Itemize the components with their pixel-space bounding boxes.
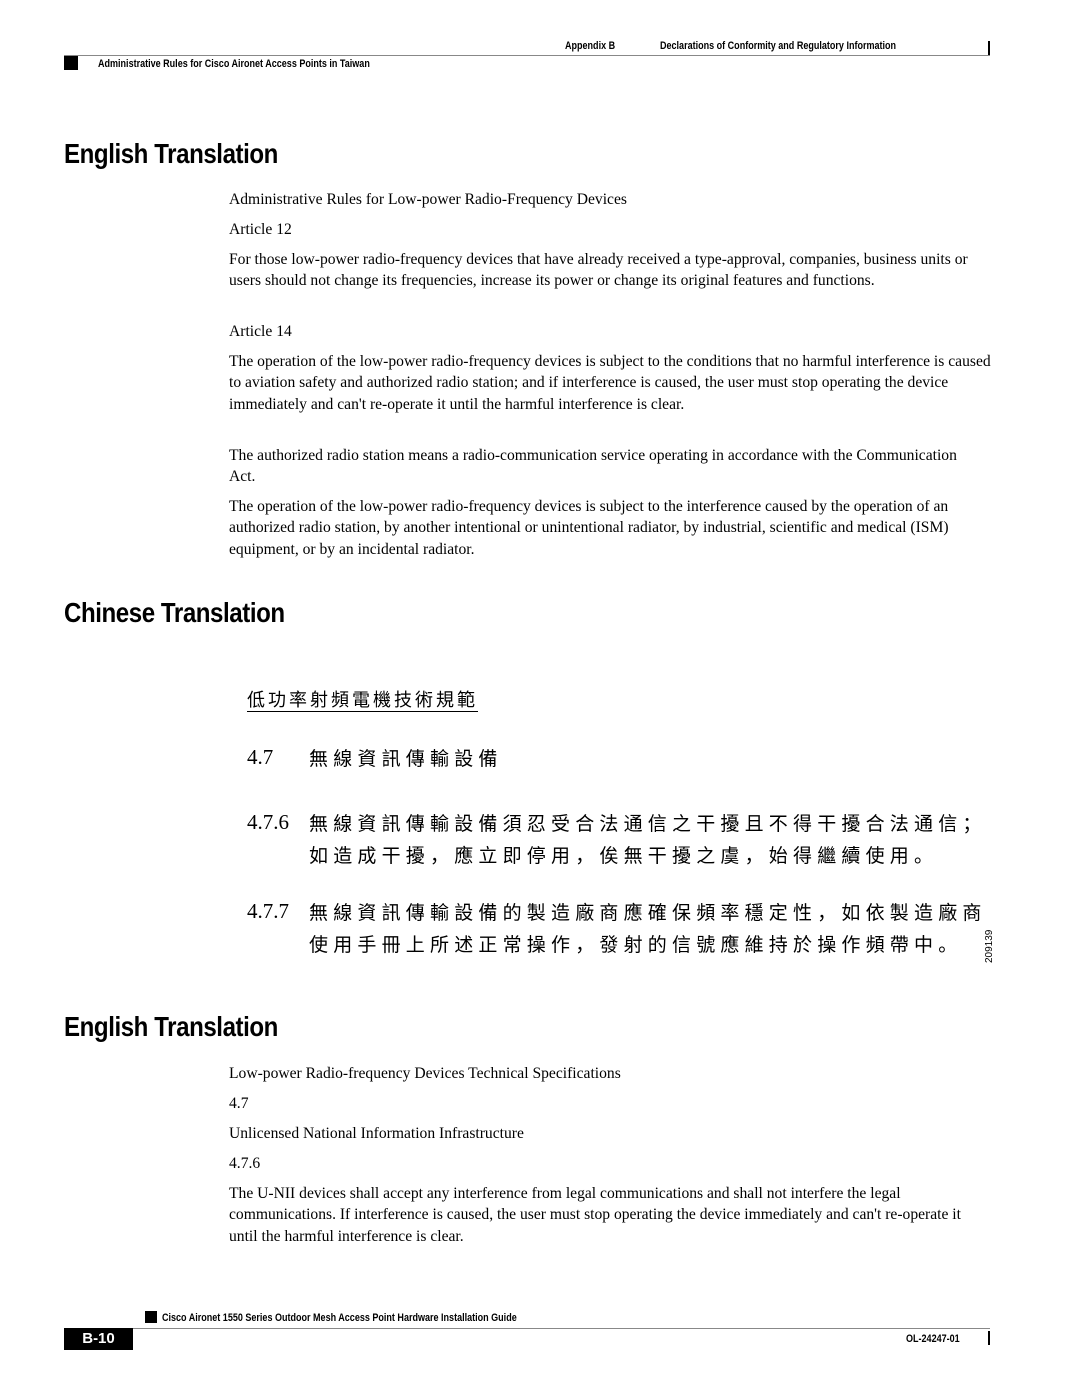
paragraph: Article 12 <box>229 221 292 238</box>
header-chapter-title: Declarations of Conformity and Regulator… <box>660 40 897 52</box>
footer-marker-bar <box>988 1331 990 1345</box>
header-marker-bar <box>988 41 990 55</box>
paragraph: The authorized radio station means a rad… <box>229 447 957 486</box>
heading-chinese-translation: Chinese Translation <box>64 597 285 628</box>
clause-text: 如造成干擾，應立即停用，俟無干擾之虞，始得繼續使用。 <box>309 845 939 867</box>
header-section-marker <box>64 56 78 70</box>
paragraph: For those low-power radio-frequency devi… <box>229 251 968 290</box>
clause-text: 使用手冊上所述正常操作，發射的信號應維持於操作頻帶中。 <box>309 934 963 956</box>
figure-id: 209139 <box>984 929 995 963</box>
paragraph: Unlicensed National Information Infrastr… <box>229 1125 524 1142</box>
clause-text: 無線資訊傳輸設備的製造廠商應確保頻率穩定性，如依製造廠商 <box>309 902 987 924</box>
paragraph: Article 14 <box>229 323 292 340</box>
header-chapter: Appendix B <box>565 40 616 52</box>
footer-doc-number: OL-24247-01 <box>906 1333 960 1345</box>
clause-text: 無線資訊傳輸設備 <box>309 748 503 770</box>
paragraph: 4.7 <box>229 1095 249 1112</box>
paragraph: The operation of the low-power radio-fre… <box>229 353 991 413</box>
header-rule <box>64 55 990 56</box>
page-number: B-10 <box>64 1328 133 1350</box>
heading-english-translation: English Translation <box>64 1011 278 1042</box>
header-section: Administrative Rules for Cisco Aironet A… <box>98 58 370 70</box>
clause-number: 4.7.6 <box>247 810 289 834</box>
paragraph: The U-NII devices shall accept any inter… <box>229 1185 961 1245</box>
paragraph: Low-power Radio-frequency Devices Techni… <box>229 1065 621 1082</box>
paragraph: Administrative Rules for Low-power Radio… <box>229 191 627 208</box>
clause-text: 無線資訊傳輸設備須忍受合法通信之干擾且不得干擾合法通信； <box>309 813 987 835</box>
footer-marker <box>145 1311 157 1323</box>
clause-number: 4.7 <box>247 745 274 769</box>
clause-number: 4.7.7 <box>247 899 289 923</box>
paragraph: The operation of the low-power radio-fre… <box>229 498 949 558</box>
footer-guide-title: Cisco Aironet 1550 Series Outdoor Mesh A… <box>162 1312 517 1324</box>
heading-english-translation: English Translation <box>64 138 278 169</box>
figure-title: 低功率射頻電機技術規範 <box>247 690 478 711</box>
footer-rule <box>133 1328 990 1329</box>
paragraph: 4.7.6 <box>229 1155 261 1172</box>
